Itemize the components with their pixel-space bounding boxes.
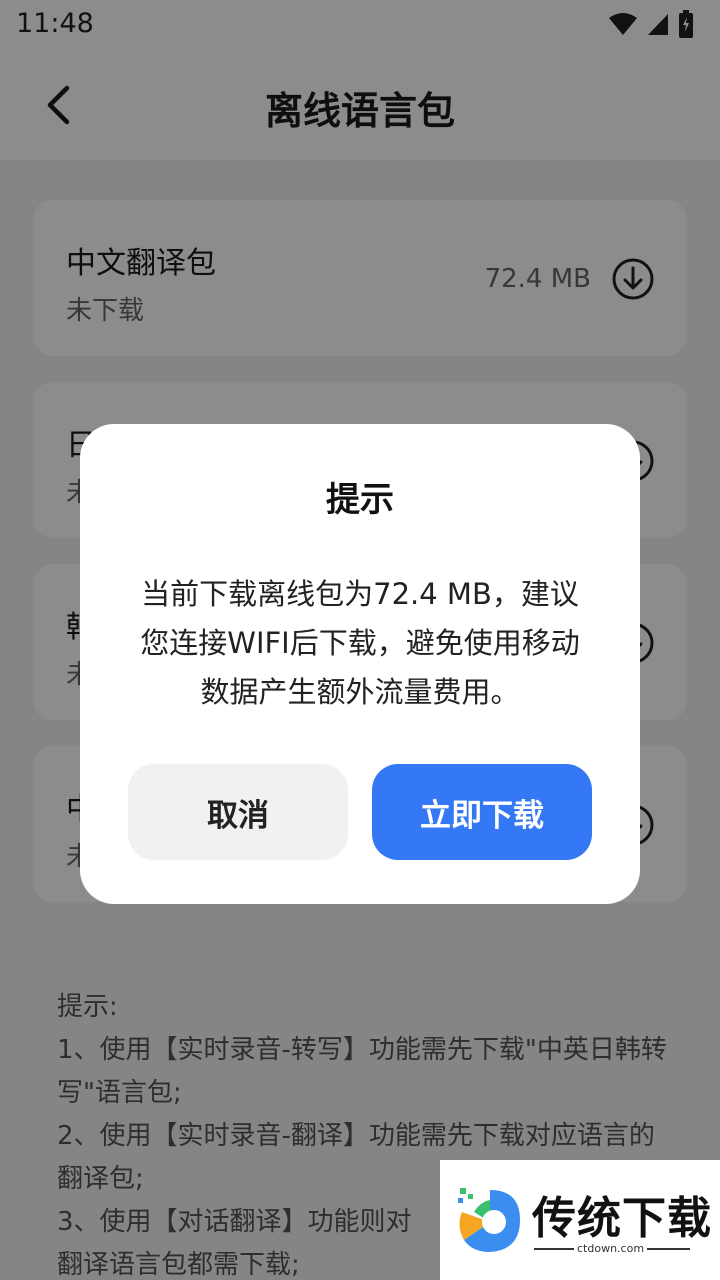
download-confirm-dialog: 提示 当前下载离线包为72.4 MB，建议您连接WIFI后下载，避免使用移动数据… (80, 424, 640, 904)
cancel-button[interactable]: 取消 (128, 764, 348, 860)
watermark-brand: 传统下载 (532, 1193, 712, 1244)
dialog-message: 当前下载离线包为72.4 MB，建议您连接WIFI后下载，避免使用移动数据产生额… (140, 577, 580, 709)
brand-logo-icon (458, 1188, 520, 1252)
watermark-url: ctdown.com (574, 1242, 648, 1255)
watermark: 传统下载 ctdown.com (440, 1160, 720, 1280)
download-now-button[interactable]: 立即下载 (372, 764, 592, 860)
dialog-title: 提示 (326, 480, 394, 520)
